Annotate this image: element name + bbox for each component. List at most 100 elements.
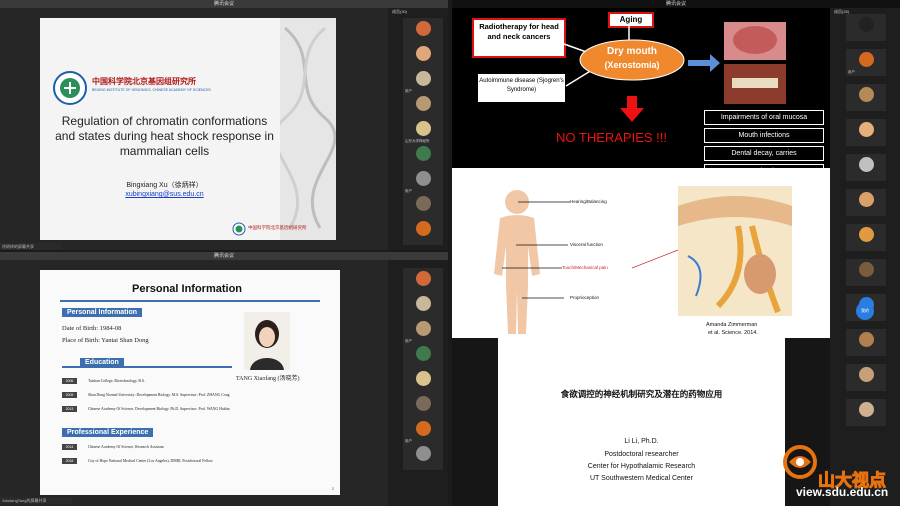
footer-logo (232, 222, 246, 236)
sdu-logo-icon (783, 445, 817, 479)
body-function-label: Touch/Mechanical pain (562, 265, 608, 270)
no-therapies-text: NO THERAPIES !!! (556, 130, 668, 145)
shared-slide-personal-info: Personal Information Personal Informatio… (40, 270, 340, 495)
speaker-role: Postdoctoral researcher (604, 451, 679, 458)
participant-tile[interactable] (403, 93, 443, 120)
participant-avatar (416, 271, 431, 286)
place-of-birth: Place of Birth: Yantai Shan Dong (62, 337, 149, 344)
dna-decoration (280, 18, 336, 240)
participant-avatar (416, 96, 431, 111)
participant-avatar (416, 21, 431, 36)
talk-title-cn: 食欲调控的神经机制研究及潜在的药物应用 (560, 389, 723, 399)
education-year: 2006 (62, 378, 77, 384)
citation-author: Amanda Zimmerman (706, 322, 758, 328)
experience-year: 2014 (62, 444, 77, 450)
slide-heading: Personal Information (132, 283, 243, 295)
shared-slide-appetite: 食欲调控的神经机制研究及潜在的药物应用 Li Li, Ph.D. Postdoc… (498, 338, 785, 506)
institute-name-en: BEIJING INSTITUTE OF GENOMICS, CHINESE A… (92, 88, 211, 92)
window-title: 腾讯会议 (452, 0, 900, 8)
participant-avatar (416, 446, 431, 461)
skin-receptor-illustration (678, 186, 792, 316)
participant-tile[interactable] (403, 343, 443, 370)
participant-tile[interactable] (846, 84, 886, 111)
participant-avatar (416, 221, 431, 236)
participant-avatar (416, 346, 431, 361)
ellipse-label-1: Dry mouth (607, 46, 657, 57)
heading-rule (60, 300, 320, 302)
speaker-university: UT Southwestern Medical Center (590, 475, 693, 482)
participant-tile[interactable]: 用户 (403, 168, 443, 195)
education-entry: Shan Dong Normal University: Development… (88, 393, 230, 397)
participant-tile[interactable] (403, 293, 443, 320)
participant-tile[interactable]: 用户 (403, 68, 443, 95)
participant-tile[interactable]: 山东大学神经所 (403, 118, 443, 145)
participant-tile[interactable] (403, 368, 443, 395)
author-email[interactable]: xubingxiang@sus.edu.cn (52, 191, 277, 198)
body-function-label: Hearing/Balancing (570, 199, 607, 204)
participant-avatar (416, 171, 431, 186)
education-entry: Taishan College, Biotechnology, B.S. (88, 379, 145, 383)
participant-tile[interactable] (846, 329, 886, 356)
participant-avatar (859, 122, 874, 137)
participant-avatar (416, 321, 431, 336)
participant-tile[interactable] (403, 193, 443, 220)
participant-tile[interactable]: 用户 (846, 49, 886, 76)
participant-tile[interactable] (846, 259, 886, 286)
education-year: 2013 (62, 406, 77, 412)
participant-avatar (416, 371, 431, 386)
participant-tile[interactable] (846, 119, 886, 146)
watermark-url: view.sdu.edu.cn (796, 485, 889, 499)
slide-title: Regulation of chromatin conformations an… (55, 114, 274, 158)
speaker-name: Li Li, Ph.D. (624, 438, 659, 445)
participant-avatar (416, 296, 431, 311)
portrait-photo (244, 312, 290, 370)
citation-journal: et al. Science. 2014. (708, 330, 758, 336)
participant-tile[interactable] (846, 399, 886, 426)
shared-slide-dry-mouth: Radiotherapy for head and neck cancers A… (452, 8, 830, 179)
experience-entry: Chinese Academy Of Science, Research Ass… (88, 445, 164, 449)
participant-tile[interactable] (846, 189, 886, 216)
participant-tile[interactable] (846, 364, 886, 391)
photo-caption: TANG Xiaofang (汤晓芳) (236, 376, 300, 382)
participant-name: 用户 (848, 70, 855, 74)
participant-tile[interactable] (403, 268, 443, 295)
participant-avatar (416, 121, 431, 136)
page-number: 2 (331, 486, 334, 491)
participant-panel: 成员(28) (830, 8, 900, 506)
footer-institute: 中国科学院北京基因组研究所 (248, 225, 307, 230)
author-name: Bingxiang Xu（徐炳祥） (126, 182, 203, 189)
self-button[interactable]: 我的 (856, 302, 874, 320)
participant-count: 成员(30) (392, 9, 408, 14)
participant-tile[interactable] (403, 393, 443, 420)
window-title: 腾讯会议 (0, 252, 448, 260)
participant-tile[interactable] (846, 154, 886, 181)
shared-slide-mechanosensation: Hearing/Balancing Visceral function Touch/… (452, 168, 830, 338)
participant-tile[interactable] (403, 218, 443, 245)
experience-year: 2018 (62, 458, 77, 464)
participant-tile[interactable] (846, 14, 886, 41)
participant-tile[interactable]: 用户 (403, 418, 443, 445)
participant-avatar (859, 227, 874, 242)
participant-avatar (859, 367, 874, 382)
speaker-center: Center for Hypothalamic Research (587, 463, 696, 470)
participant-avatar (416, 46, 431, 61)
experience-entry: City of Hope National Medical Center (Lo… (88, 459, 213, 463)
date-of-birth: Date of Birth: 1984-08 (62, 325, 122, 332)
participant-avatar (416, 396, 431, 411)
shared-slide-title: 中国科学院北京基因组研究所 BEIJING INSTITUTE OF GENOM… (40, 18, 336, 240)
participant-tile[interactable] (403, 443, 443, 470)
education-rule (62, 366, 232, 368)
participant-tile[interactable] (403, 143, 443, 170)
participant-tile[interactable] (403, 43, 443, 70)
share-status: 徐炳祥的屏幕共享 (0, 243, 62, 250)
education-entry: Chinese Academy Of Science, Development … (88, 407, 230, 411)
impairment-item: Dental decay, carries (704, 146, 824, 161)
participant-tile[interactable] (846, 224, 886, 251)
participant-avatar (859, 157, 874, 172)
impairment-item: Mouth infections (704, 128, 824, 143)
participant-tile[interactable] (403, 18, 443, 45)
participant-avatar (859, 52, 874, 67)
share-status: XiaofangTang的屏幕共享 (0, 497, 72, 504)
participant-tile[interactable]: 用户 (403, 318, 443, 345)
impairment-item: Impairments of oral mucosa (704, 110, 824, 125)
